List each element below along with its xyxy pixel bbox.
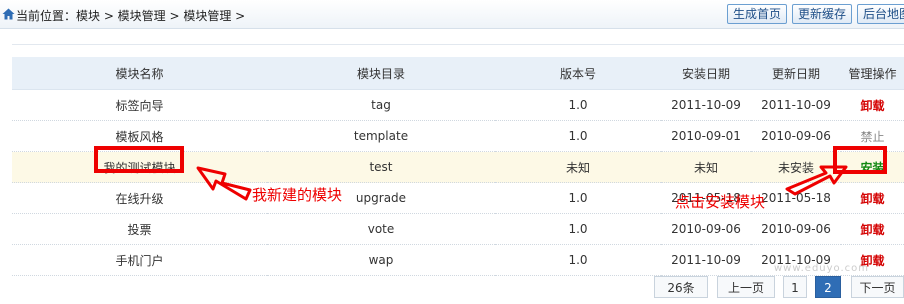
- total-count: 26条: [654, 276, 708, 298]
- annotation-new-module: 我新建的模块: [252, 186, 343, 204]
- prev-page-button[interactable]: 上一页: [717, 276, 775, 298]
- annotation-click-install: 点击安装模块: [675, 193, 766, 211]
- arrow-to-install: [785, 165, 848, 196]
- next-page-button[interactable]: 下一页: [851, 276, 904, 298]
- watermark: www.eduyo.com: [774, 263, 870, 274]
- arrow-to-new-module: [196, 166, 252, 201]
- page-2-current[interactable]: 2: [815, 276, 841, 298]
- annotation-arrows: [196, 165, 848, 201]
- page-1-button[interactable]: 1: [783, 276, 807, 298]
